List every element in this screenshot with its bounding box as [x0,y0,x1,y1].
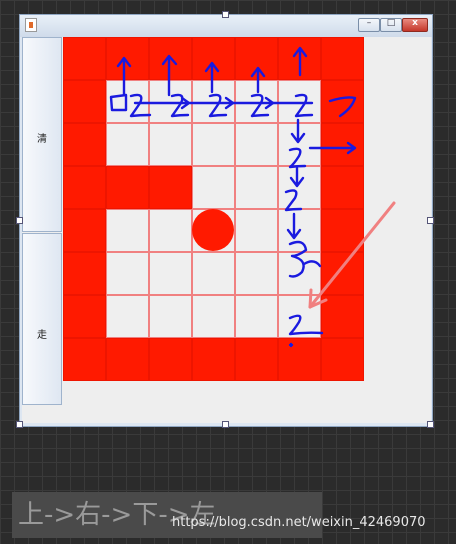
maze-floor-cell[interactable] [235,209,278,252]
maze-wall-cell[interactable] [63,252,106,295]
resize-handle-bottom-right[interactable] [427,421,434,428]
maze-wall-cell[interactable] [321,80,364,123]
maze-floor-cell[interactable] [149,123,192,166]
go-button-label: 走 [37,330,47,341]
close-button[interactable]: x [402,18,428,32]
maze-wall-cell[interactable] [321,295,364,338]
ball [192,209,234,251]
resize-handle-right[interactable] [427,217,434,224]
maze-floor-cell[interactable] [278,209,321,252]
maze-floor-cell[interactable] [106,209,149,252]
watermark-text: https://blog.csdn.net/weixin_42469070 [172,515,426,530]
maze-wall-cell[interactable] [63,338,106,381]
maze-wall-cell[interactable] [106,166,149,209]
maze-floor-cell[interactable] [278,252,321,295]
go-button[interactable]: 走 [22,233,62,405]
window-content: 清 走 [22,37,431,423]
maze-wall-cell[interactable] [278,338,321,381]
resize-handle-bottom-left[interactable] [16,421,23,428]
maze-floor-cell[interactable] [235,166,278,209]
close-icon: x [412,18,418,28]
maze-wall-cell[interactable] [106,37,149,80]
clear-button[interactable]: 清 [22,37,62,232]
maze-floor-cell[interactable] [235,295,278,338]
maze-wall-cell[interactable] [235,37,278,80]
maze-wall-cell[interactable] [321,166,364,209]
maze-floor-cell[interactable] [192,166,235,209]
maze-wall-cell[interactable] [63,37,106,80]
resize-handle-left[interactable] [16,217,23,224]
maze-floor-cell[interactable] [235,252,278,295]
maze-wall-cell[interactable] [106,338,149,381]
maze-floor-cell[interactable] [106,123,149,166]
maze-wall-cell[interactable] [321,123,364,166]
minimize-icon: – [366,18,372,28]
maze-wall-cell[interactable] [192,37,235,80]
maze-floor-cell[interactable] [149,295,192,338]
maze-wall-cell[interactable] [149,166,192,209]
resize-handle-top[interactable] [222,11,229,18]
maze-floor-cell[interactable] [278,295,321,338]
maze-floor-cell[interactable] [149,80,192,123]
maze-floor-cell[interactable] [278,123,321,166]
maze-floor-cell[interactable] [149,209,192,252]
maze-wall-cell[interactable] [63,166,106,209]
maze-floor-cell[interactable] [106,252,149,295]
clear-button-label: 清 [37,134,47,145]
resize-handle-bottom[interactable] [222,421,229,428]
title-bar[interactable]: – □ x [20,15,432,37]
maze-floor-cell[interactable] [278,80,321,123]
maze-floor-cell[interactable] [192,295,235,338]
app-window: – □ x 清 走 [16,11,434,428]
maze-floor-cell[interactable] [149,252,192,295]
maximize-icon: □ [386,18,396,28]
maze-wall-cell[interactable] [63,209,106,252]
maze-floor-cell[interactable] [192,123,235,166]
maze-floor-cell[interactable] [192,80,235,123]
maze-wall-cell[interactable] [149,338,192,381]
maze-wall-cell[interactable] [235,338,278,381]
maze-floor-cell[interactable] [235,80,278,123]
maze-wall-cell[interactable] [63,295,106,338]
minimize-button[interactable]: – [358,18,380,32]
maze-floor-cell[interactable] [192,252,235,295]
maximize-button[interactable]: □ [380,18,402,32]
maze-floor-cell[interactable] [106,295,149,338]
maze-wall-cell[interactable] [63,80,106,123]
maze-wall-cell[interactable] [321,209,364,252]
maze-floor-cell[interactable] [106,80,149,123]
maze-wall-cell[interactable] [321,37,364,80]
maze-wall-cell[interactable] [63,123,106,166]
maze-floor-cell[interactable] [278,166,321,209]
maze-floor-cell[interactable] [235,123,278,166]
maze-wall-cell[interactable] [321,252,364,295]
maze-wall-cell[interactable] [278,37,321,80]
java-app-icon [25,18,37,32]
maze-wall-cell[interactable] [192,338,235,381]
maze-board[interactable] [63,37,364,381]
maze-wall-cell[interactable] [149,37,192,80]
maze-wall-cell[interactable] [321,338,364,381]
